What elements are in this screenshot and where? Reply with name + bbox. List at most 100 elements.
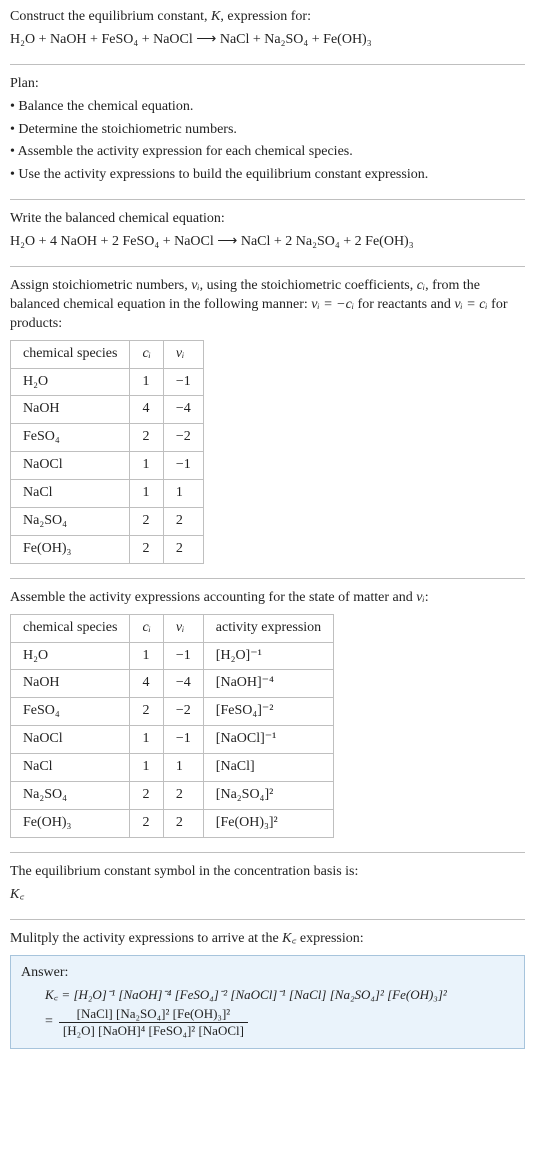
text: Assemble the activity expressions accoun… [10, 590, 416, 605]
activity-intro: Assemble the activity expressions accoun… [10, 589, 525, 608]
table-row: NaCl11 [11, 480, 204, 508]
divider [10, 64, 525, 65]
cell: 1 [130, 368, 163, 396]
divider [10, 852, 525, 853]
cell: −1 [163, 452, 203, 480]
plan-item: • Use the activity expressions to build … [10, 166, 525, 185]
cell: [FeSO₄]⁻² [203, 698, 333, 726]
cell: −4 [163, 670, 203, 698]
rule: νᵢ = −cᵢ [311, 297, 354, 312]
table-row: NaOCl1−1[NaOCl]⁻¹ [11, 726, 334, 754]
col-header: chemical species [11, 340, 130, 368]
denominator: [H₂O] [NaOH]⁴ [FeSO₄]² [NaOCl] [59, 1022, 248, 1039]
cell: NaCl [11, 480, 130, 508]
divider [10, 578, 525, 579]
text: , using the stoichiometric coefficients, [200, 278, 417, 293]
table-row: NaCl11[NaCl] [11, 754, 334, 782]
rule: νᵢ = cᵢ [454, 297, 487, 312]
answer-box: Answer: K꜀ = [H₂O]⁻¹ [NaOH]⁻⁴ [FeSO₄]⁻² … [10, 955, 525, 1050]
col-header: cᵢ [130, 340, 163, 368]
cell: H₂O [11, 642, 130, 670]
table-row: NaOH4−4 [11, 396, 204, 424]
cell: −1 [163, 726, 203, 754]
nu-i: νᵢ [191, 278, 199, 293]
cell: Fe(OH)₃ [11, 809, 130, 837]
divider [10, 266, 525, 267]
cell: Na₂SO₄ [11, 508, 130, 536]
plan-item: • Assemble the activity expression for e… [10, 143, 525, 162]
cell: −1 [163, 642, 203, 670]
numerator: [NaCl] [Na₂SO₄]² [Fe(OH)₃]² [73, 1006, 235, 1022]
text: Mulitply the activity expressions to arr… [10, 931, 282, 946]
stoich-intro: Assign stoichiometric numbers, νᵢ, using… [10, 277, 525, 334]
cell: −2 [163, 698, 203, 726]
cell: NaOH [11, 670, 130, 698]
multiply-line: Mulitply the activity expressions to arr… [10, 930, 525, 949]
cell: 2 [130, 698, 163, 726]
cell: [NaOH]⁻⁴ [203, 670, 333, 698]
fraction: [NaCl] [Na₂SO₄]² [Fe(OH)₃]² [H₂O] [NaOH]… [59, 1006, 248, 1038]
cell: [H₂O]⁻¹ [203, 642, 333, 670]
cell: 2 [130, 508, 163, 536]
cell: [NaOCl]⁻¹ [203, 726, 333, 754]
plan-title: Plan: [10, 75, 525, 94]
cell: −4 [163, 396, 203, 424]
cell: NaOH [11, 396, 130, 424]
nu-i: νᵢ [416, 590, 424, 605]
balanced-title: Write the balanced chemical equation: [10, 210, 525, 229]
cell: 1 [130, 754, 163, 782]
table-row: Na₂SO₄22 [11, 508, 204, 536]
cell: FeSO₄ [11, 698, 130, 726]
cell: NaOCl [11, 726, 130, 754]
cell: 1 [130, 480, 163, 508]
cell: 4 [130, 396, 163, 424]
answer-expression-fraction: = [NaCl] [Na₂SO₄]² [Fe(OH)₃]² [H₂O] [NaO… [45, 1006, 248, 1038]
table-row: NaOCl1−1 [11, 452, 204, 480]
cell: −2 [163, 424, 203, 452]
table-row: H₂O1−1 [11, 368, 204, 396]
table-row: NaOH4−4[NaOH]⁻⁴ [11, 670, 334, 698]
cell: Na₂SO₄ [11, 782, 130, 810]
cell: 2 [130, 535, 163, 563]
divider [10, 199, 525, 200]
cell: [NaCl] [203, 754, 333, 782]
table-row: FeSO₄2−2[FeSO₄]⁻² [11, 698, 334, 726]
cell: 1 [163, 480, 203, 508]
cell: [Fe(OH)₃]² [203, 809, 333, 837]
table-header-row: chemical species cᵢ νᵢ activity expressi… [11, 614, 334, 642]
table-row: H₂O1−1[H₂O]⁻¹ [11, 642, 334, 670]
cell: NaOCl [11, 452, 130, 480]
cell: FeSO₄ [11, 424, 130, 452]
activity-table: chemical species cᵢ νᵢ activity expressi… [10, 614, 334, 838]
cell: Fe(OH)₃ [11, 535, 130, 563]
intro-equation: H₂O + NaOH + FeSO₄ + NaOCl ⟶ NaCl + Na₂S… [10, 31, 525, 50]
kc: K꜀ [282, 931, 296, 946]
intro-line: Construct the equilibrium constant, K, e… [10, 8, 525, 27]
table-row: Na₂SO₄22[Na₂SO₄]² [11, 782, 334, 810]
basis-line: The equilibrium constant symbol in the c… [10, 863, 525, 882]
cell: 2 [163, 809, 203, 837]
cell: 2 [130, 809, 163, 837]
col-header: chemical species [11, 614, 130, 642]
cell: 1 [130, 452, 163, 480]
table-row: FeSO₄2−2 [11, 424, 204, 452]
col-header: activity expression [203, 614, 333, 642]
cell: 2 [163, 535, 203, 563]
answer-expression-flat: K꜀ = [H₂O]⁻¹ [NaOH]⁻⁴ [FeSO₄]⁻² [NaOCl]⁻… [45, 986, 514, 1004]
cell: 2 [130, 424, 163, 452]
kc-expr: K꜀ = [H₂O]⁻¹ [NaOH]⁻⁴ [FeSO₄]⁻² [NaOCl]⁻… [45, 987, 447, 1002]
answer-label: Answer: [21, 964, 514, 983]
cell: −1 [163, 368, 203, 396]
col-header: cᵢ [130, 614, 163, 642]
table-row: Fe(OH)₃22[Fe(OH)₃]² [11, 809, 334, 837]
cell: 1 [163, 754, 203, 782]
col-header: νᵢ [163, 340, 203, 368]
cell: H₂O [11, 368, 130, 396]
text: for reactants and [354, 297, 454, 312]
cell: [Na₂SO₄]² [203, 782, 333, 810]
cell: NaCl [11, 754, 130, 782]
equals: = [45, 1013, 53, 1032]
cell: 1 [130, 726, 163, 754]
cell: 1 [130, 642, 163, 670]
table-header-row: chemical species cᵢ νᵢ [11, 340, 204, 368]
